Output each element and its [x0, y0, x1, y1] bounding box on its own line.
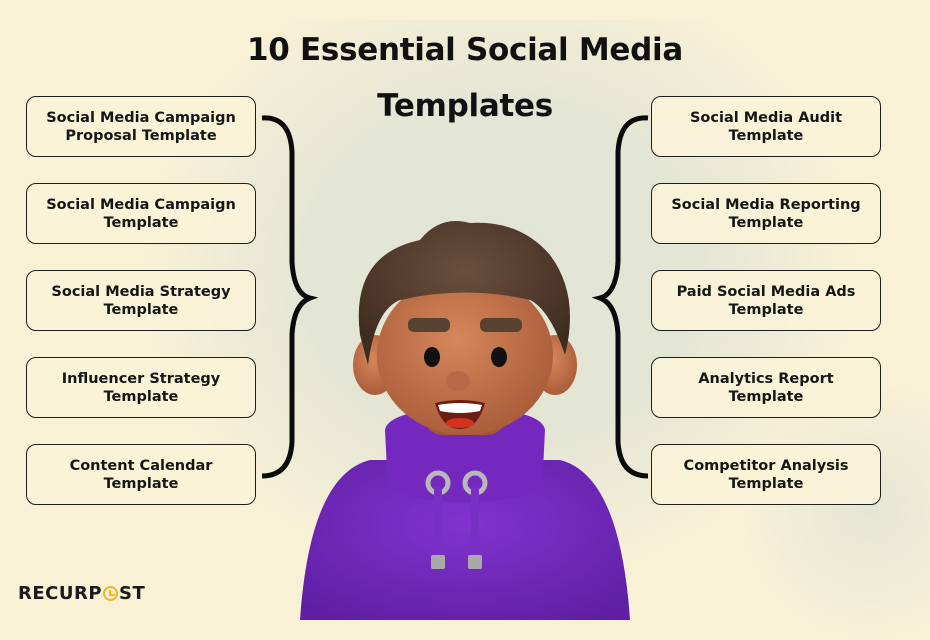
- logo-text-part1: RECURP: [18, 583, 103, 604]
- template-box-right-2: Social Media Reporting Template: [651, 183, 881, 244]
- template-box-right-3: Paid Social Media Ads Template: [651, 270, 881, 331]
- avatar-illustration: [300, 221, 630, 620]
- template-box-left-2: Social Media Campaign Template: [26, 183, 256, 244]
- template-box-left-4: Influencer Strategy Template: [26, 357, 256, 418]
- template-label: Analytics Report Template: [698, 370, 834, 405]
- template-label: Social Media Campaign Template: [46, 196, 236, 231]
- background-glow-corner: [740, 380, 930, 640]
- template-box-left-1: Social Media Campaign Proposal Template: [26, 96, 256, 157]
- nose: [446, 371, 470, 391]
- hoodie-body: [300, 407, 630, 620]
- clock-icon: [103, 586, 119, 601]
- template-label: Paid Social Media Ads Template: [676, 283, 856, 318]
- template-label: Influencer Strategy Template: [61, 370, 221, 405]
- template-label: Competitor Analysis Template: [683, 457, 849, 492]
- template-box-right-4: Analytics Report Template: [651, 357, 881, 418]
- recurpost-logo: RECURP ST: [18, 583, 145, 604]
- logo-text-part2: ST: [119, 583, 146, 604]
- template-label: Social Media Campaign Proposal Template: [46, 109, 236, 144]
- template-box-left-5: Content Calendar Template: [26, 444, 256, 505]
- template-box-left-3: Social Media Strategy Template: [26, 270, 256, 331]
- template-label: Content Calendar Template: [69, 457, 213, 492]
- template-label: Social Media Audit Template: [689, 109, 843, 144]
- template-box-right-5: Competitor Analysis Template: [651, 444, 881, 505]
- template-label: Social Media Strategy Template: [51, 283, 231, 318]
- template-label: Social Media Reporting Template: [671, 196, 861, 231]
- template-box-right-1: Social Media Audit Template: [651, 96, 881, 157]
